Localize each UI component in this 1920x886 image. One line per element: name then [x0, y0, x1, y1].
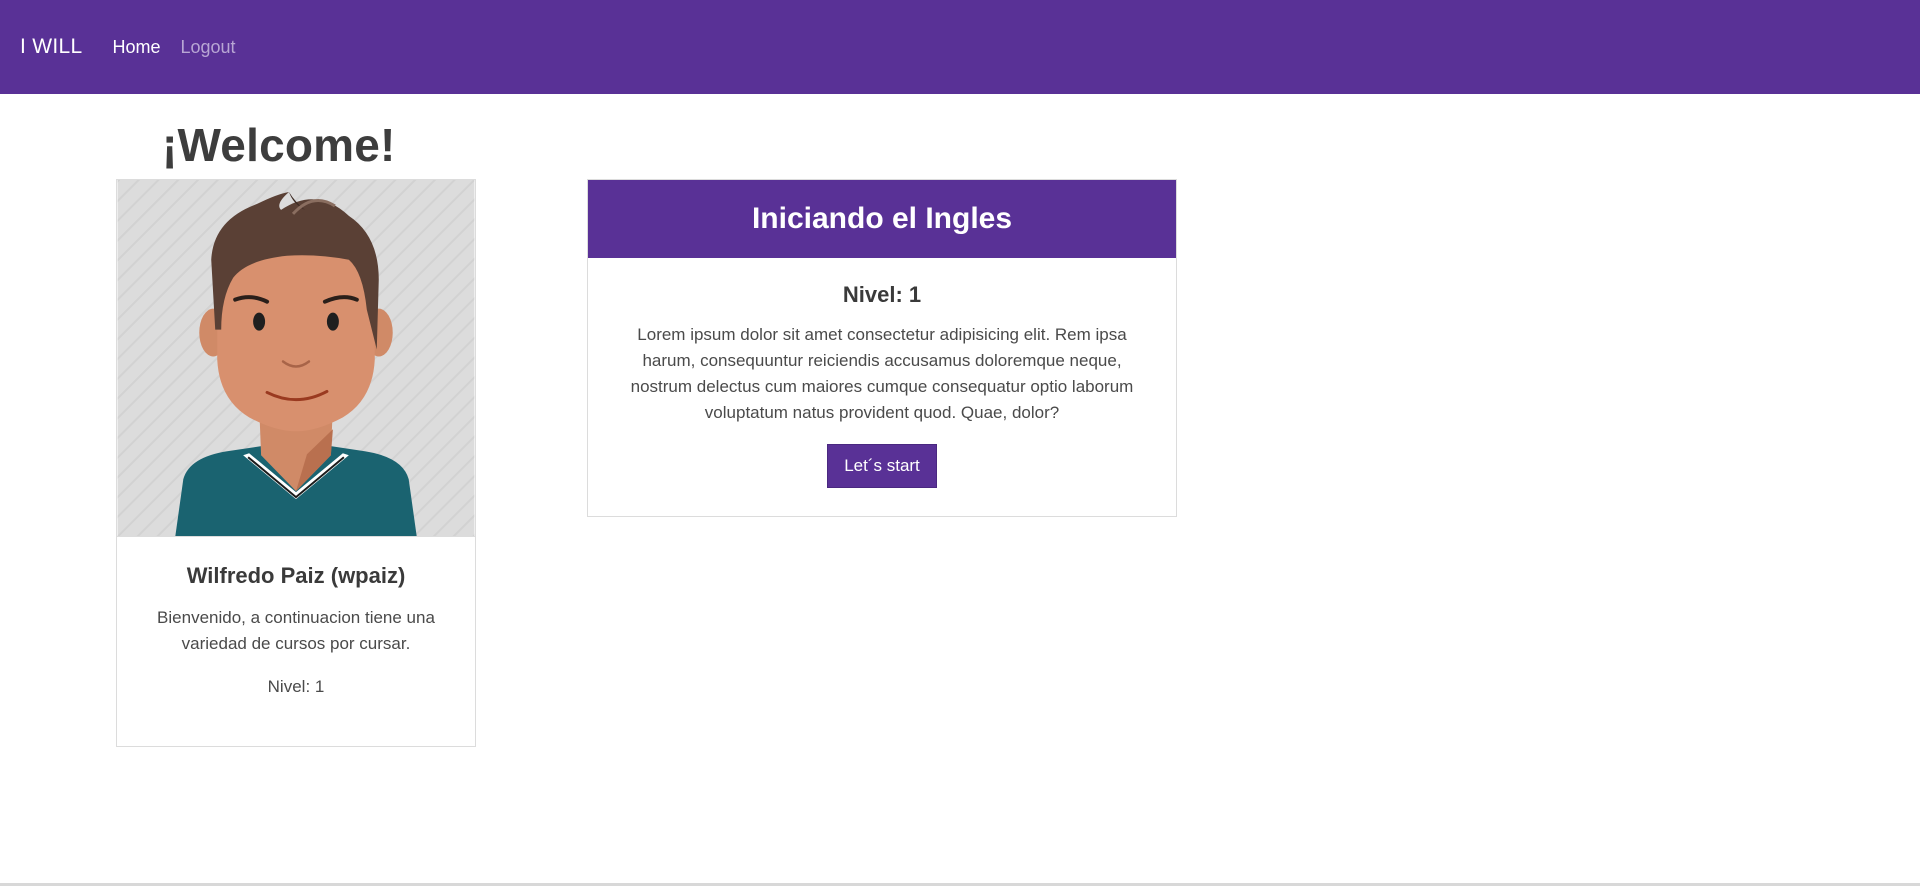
course-description: Lorem ipsum dolor sit amet consectetur a…: [630, 325, 1134, 422]
profile-body: Wilfredo Paiz (wpaiz) Bienvenido, a cont…: [117, 537, 475, 697]
avatar: [117, 180, 475, 537]
brand-logo[interactable]: I WILL: [20, 35, 82, 59]
page-title: ¡Welcome!: [162, 119, 396, 171]
top-navbar: I WILL Home Logout: [0, 0, 1920, 94]
start-course-button[interactable]: Let´s start: [827, 444, 937, 488]
course-body: Nivel: 1 Lorem ipsum dolor sit amet cons…: [588, 258, 1176, 488]
nav-home-link[interactable]: Home: [112, 37, 160, 58]
course-title: Iniciando el Ingles: [588, 180, 1176, 258]
course-card: Iniciando el Ingles Nivel: 1 Lorem ipsum…: [587, 179, 1177, 517]
profile-message: Bienvenido, a continuacion tiene una var…: [157, 608, 435, 653]
course-level: Nivel: 1: [842, 282, 922, 307]
profile-level: Nivel: 1: [267, 677, 325, 696]
profile-card: Wilfredo Paiz (wpaiz) Bienvenido, a cont…: [116, 179, 476, 747]
nav-logout-link[interactable]: Logout: [181, 37, 236, 58]
profile-name: Wilfredo Paiz (wpaiz): [186, 563, 406, 588]
